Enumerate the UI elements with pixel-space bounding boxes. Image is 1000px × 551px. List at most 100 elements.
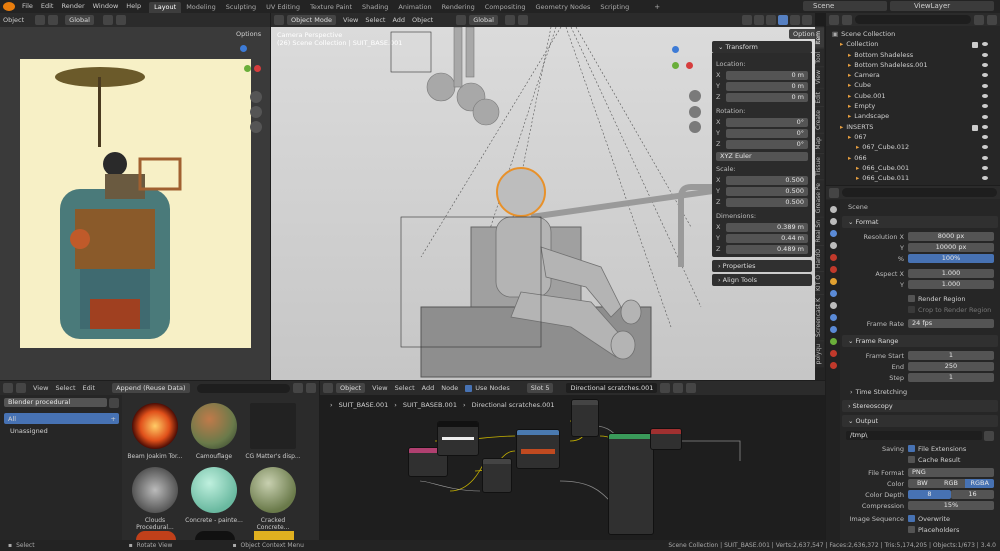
left-view-icon[interactable]	[35, 15, 46, 25]
outliner-row[interactable]: ▸ INSERTS	[832, 122, 998, 132]
solid-shading-icon[interactable]	[778, 15, 788, 25]
crop-checkbox[interactable]	[908, 306, 915, 313]
render-tab-icon[interactable]	[829, 218, 837, 225]
align-tools-panel-header[interactable]: › Align Tools	[712, 274, 812, 286]
format-panel-header[interactable]: ⌄ Format	[842, 216, 998, 228]
properties-editor-type-icon[interactable]	[829, 187, 839, 198]
visibility-eye-icon[interactable]	[982, 93, 988, 98]
menu-view[interactable]: View	[343, 16, 358, 24]
transform-orientation[interactable]: Global	[469, 15, 498, 25]
output-panel-header[interactable]: ⌄ Output	[842, 415, 998, 427]
outliner-row[interactable]: ▸ Cube.001	[832, 91, 998, 101]
color-rgba-option[interactable]: RGBA	[965, 479, 995, 488]
rotation-z-field[interactable]: 0°	[726, 139, 808, 149]
sidebar-tab-create[interactable]: Create	[815, 106, 824, 134]
frame-range-panel-header[interactable]: ⌄ Frame Range	[842, 335, 998, 347]
left-snap-icon[interactable]	[102, 15, 113, 25]
overwrite-checkbox[interactable]	[908, 515, 915, 522]
outliner-row[interactable]: ▸ Collection	[832, 39, 998, 49]
outliner-search-input[interactable]	[855, 15, 971, 24]
menu-select[interactable]: Select	[365, 16, 385, 24]
asset-menu-view[interactable]: View	[33, 384, 48, 392]
transform-panel-header[interactable]: ⌄ Transform	[712, 41, 812, 53]
sidebar-tab-item[interactable]: Item	[815, 27, 824, 48]
sidebar-tab-edit[interactable]: Edit	[815, 87, 824, 107]
refresh-library-icon[interactable]	[109, 397, 119, 408]
add-workspace-icon[interactable]: +	[654, 3, 660, 11]
visibility-eye-icon[interactable]	[982, 42, 988, 47]
left-camera-icon[interactable]	[250, 121, 262, 133]
material-tab-icon[interactable]	[829, 350, 837, 357]
asset-search-input[interactable]	[196, 383, 290, 393]
material-shading-icon[interactable]	[790, 15, 800, 25]
asset-editor-type-icon[interactable]	[3, 383, 13, 393]
tab-sculpting[interactable]: Sculpting	[221, 2, 261, 13]
left-navigation-gizmo[interactable]	[226, 45, 262, 81]
location-y-field[interactable]: 0 m	[726, 81, 808, 91]
properties-search-input[interactable]	[842, 188, 997, 197]
outliner-root-row[interactable]: ▣ Scene Collection	[832, 29, 998, 39]
depth-8-option[interactable]: 8	[908, 490, 951, 499]
material-output-node[interactable]	[650, 428, 682, 450]
main-zoom-icon[interactable]	[689, 90, 701, 102]
visibility-eye-icon[interactable]	[982, 124, 988, 129]
main-navigation-gizmo[interactable]	[658, 46, 694, 82]
resolution-x-field[interactable]: 8000 px	[908, 232, 994, 241]
sidebar-tab-real-snow[interactable]: Real Sn	[815, 215, 824, 246]
shader-node[interactable]	[482, 458, 512, 493]
asset-menu-edit[interactable]: Edit	[83, 384, 96, 392]
sidebar-tab-hardops[interactable]: HardO	[815, 245, 824, 272]
outliner-row[interactable]: ▸ 066_Cube.011	[832, 173, 998, 183]
rotation-y-field[interactable]: 0°	[726, 128, 808, 138]
catalog-unassigned[interactable]: Unassigned	[4, 425, 119, 436]
tab-rendering[interactable]: Rendering	[437, 2, 480, 13]
left-proportional-icon[interactable]	[115, 15, 126, 25]
asset-library-select[interactable]: Blender procedural	[4, 398, 107, 407]
node-editor[interactable]: Object View Select Add Node Use Nodes Sl…	[320, 381, 825, 540]
aspect-x-field[interactable]: 1.000	[908, 269, 994, 278]
principled-bsdf-node[interactable]	[608, 433, 654, 535]
frame-step-field[interactable]: 1	[908, 373, 994, 382]
scene-selector[interactable]: Scene	[803, 1, 887, 11]
asset-filter-icon[interactable]	[293, 383, 303, 393]
overlays-icon[interactable]	[742, 15, 752, 25]
outliner-row[interactable]: ▸ Landscape	[832, 111, 998, 121]
outliner-row[interactable]: ▸ 066	[832, 153, 998, 163]
dimension-z-field[interactable]: 0.489 m	[726, 244, 808, 254]
wireframe-shading-icon[interactable]	[766, 15, 776, 25]
sidebar-tab-kit-ops[interactable]: KIT O	[815, 271, 824, 295]
tab-layout[interactable]: Layout	[149, 1, 182, 13]
catalog-all[interactable]: All +	[4, 413, 119, 424]
asset-menu-select[interactable]: Select	[55, 384, 75, 392]
tab-shading[interactable]: Shading	[357, 2, 393, 13]
resolution-y-field[interactable]: 10000 px	[908, 243, 994, 252]
scale-x-field[interactable]: 0.500	[726, 175, 808, 185]
asset-card[interactable]: CG Matter's disp...	[244, 403, 302, 460]
location-z-field[interactable]: 0 m	[726, 92, 808, 102]
placeholders-checkbox[interactable]	[908, 526, 915, 533]
tab-uv-editing[interactable]: UV Editing	[261, 2, 305, 13]
folder-icon[interactable]	[984, 430, 994, 441]
proportional-icon[interactable]	[517, 15, 528, 25]
tool-tab-icon[interactable]	[829, 206, 837, 213]
outliner-row[interactable]: ▸ Empty	[832, 101, 998, 111]
outliner-display-mode-icon[interactable]	[842, 14, 852, 25]
menu-add[interactable]: Add	[392, 16, 405, 24]
time-stretching-header[interactable]: › Time Stretching	[842, 386, 998, 397]
outliner-filter-icon[interactable]	[974, 14, 984, 25]
sidebar-tab-polyquilt[interactable]: polyqu	[815, 340, 824, 368]
shader-node[interactable]	[437, 421, 479, 456]
texture-tab-icon[interactable]	[829, 362, 837, 369]
scale-z-field[interactable]: 0.500	[726, 197, 808, 207]
asset-card[interactable]: Camouflage	[185, 403, 243, 460]
outliner-row[interactable]: ▸ Bottom Shadeless	[832, 50, 998, 60]
depth-16-option[interactable]: 16	[951, 490, 994, 499]
rotation-x-field[interactable]: 0°	[726, 117, 808, 127]
asset-card[interactable]: Concrete - painte...	[185, 467, 243, 524]
outliner-row[interactable]: ▸ 066_Cube.001	[832, 163, 998, 173]
outliner-new-collection-icon[interactable]	[987, 14, 997, 25]
render-region-checkbox[interactable]	[908, 295, 915, 302]
aspect-y-field[interactable]: 1.000	[908, 280, 994, 289]
import-method-select[interactable]: Append (Reuse Data)	[112, 383, 190, 393]
sidebar-tab-view[interactable]: View	[815, 66, 824, 88]
